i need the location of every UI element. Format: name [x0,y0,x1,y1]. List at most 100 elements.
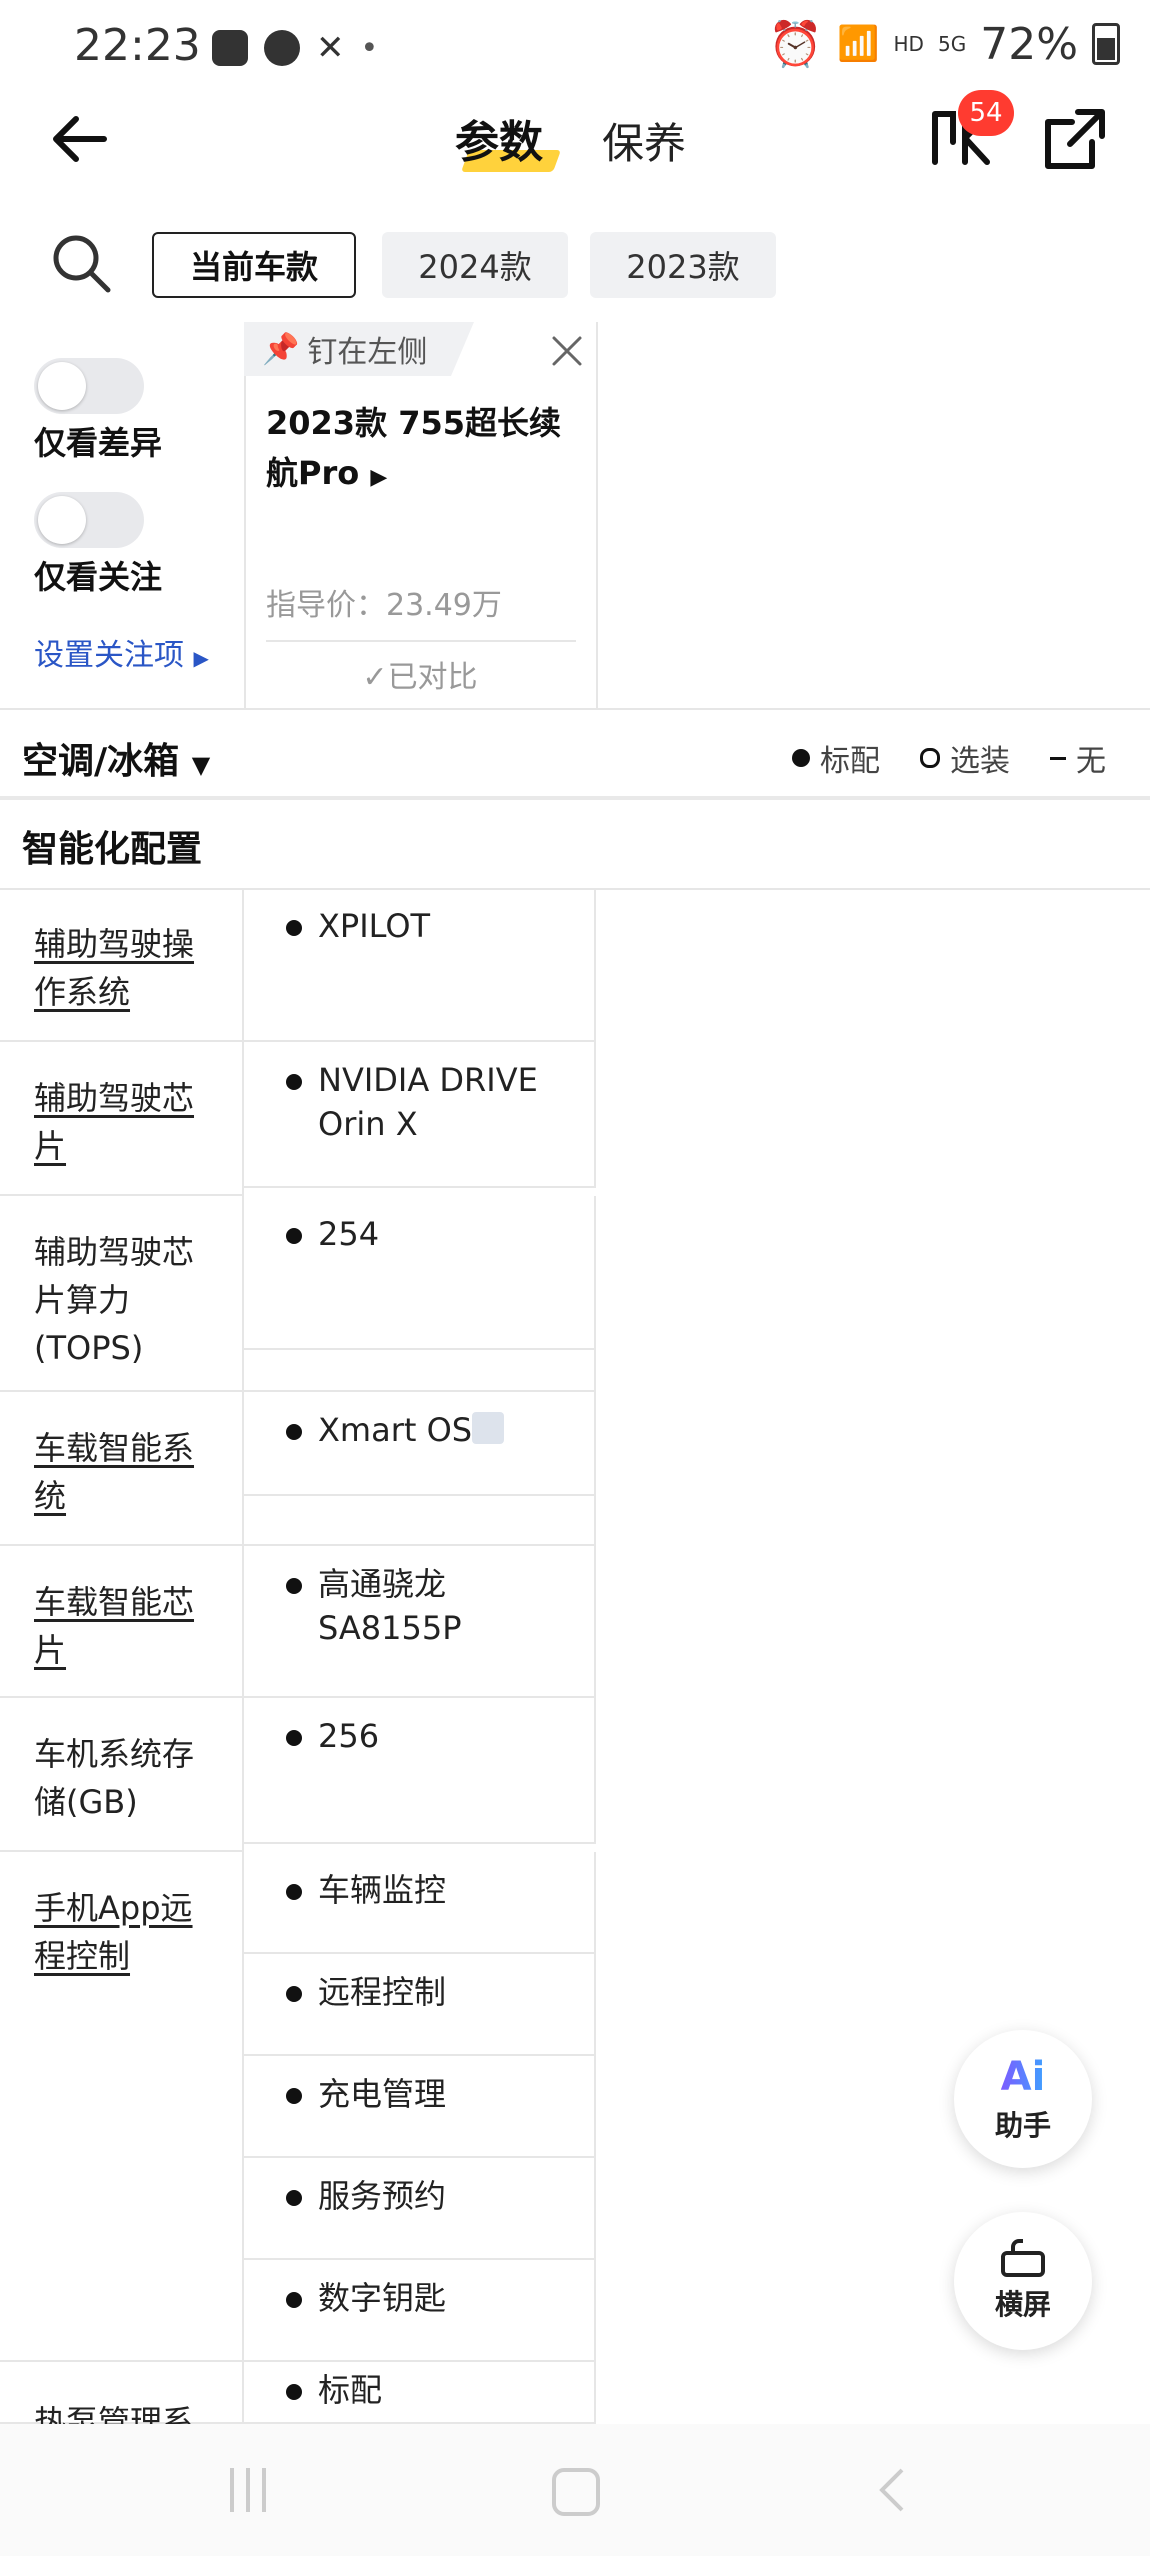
ai-assistant-button[interactable]: Ai 助手 [954,2030,1092,2168]
status-notification-icons: ✕ • [212,28,378,68]
spec-value-cell: NVIDIA DRIVE Orin X [244,1042,596,1188]
spec-value: 256 [318,1717,380,1755]
check-icon: ✓ [362,660,388,695]
spec-row-label[interactable]: 辅助驾驶操作系统 [34,920,214,1016]
spec-value: 服务预约 [318,2177,447,2215]
spec-row-label-cell: 车机系统存储(GB) [0,1698,244,1852]
spec-row-label: 辅助驾驶芯片算力(TOPS) [34,1233,195,1367]
status-right: ⏰ 📶 HD 5G 72% [768,18,1120,70]
spec-value: 标配 [318,2371,383,2409]
triangle-right-icon: ▶ [370,465,388,490]
spec-value-cell: 标配 [244,2362,596,2424]
wifi-icon: 📶 [837,24,880,64]
alarm-icon: ⏰ [768,19,824,70]
spec-value: 高通骁龙SA8155P [318,1565,462,1647]
spec-row-label-cell[interactable]: 车载智能芯片 [0,1546,244,1698]
ai-icon: Ai [1000,2054,1046,2100]
legend-none: 无 [1050,736,1106,780]
set-follow-link[interactable]: 设置关注项 ▶ [34,630,209,674]
xpeng-logo-icon: ✕ [316,28,345,68]
standard-dot-icon [286,1424,302,1440]
standard-dot-icon [286,2384,302,2400]
dash-icon [1050,756,1066,760]
status-time: 22:23 [74,20,201,71]
compare-count-badge: 54 [958,90,1014,136]
app-notification-icon [264,30,300,66]
legend-label: 标配 [820,744,880,779]
spec-value-cell: 高通骁龙SA8155P [244,1546,596,1698]
only-follow-toggle[interactable] [34,492,144,548]
standard-dot-icon [286,1884,302,1900]
spec-value-cell: 车辆监控 [244,1852,596,1954]
only-follow-label: 仅看关注 [34,558,163,596]
landscape-label: 横屏 [994,2288,1051,2321]
spec-row-label[interactable]: 辅助驾驶芯片 [34,1074,214,1170]
network-label: 5G [937,32,967,56]
gallery-icon [212,30,248,66]
group-title: 智能化配置 [22,829,203,870]
legend-optional: 选装 [920,736,1010,780]
spec-row-label: 车机系统存储(GB) [34,1735,195,1821]
spec-value: NVIDIA DRIVE Orin X [318,1061,538,1143]
hd-label: HD [893,32,924,56]
battery-percent: 72% [980,18,1078,70]
spec-row-label[interactable]: 手机App远程控制 [34,1884,214,1980]
triangle-right-icon: ▶ [193,646,209,670]
spec-value-cell: 254 [244,1196,596,1350]
legend-label: 无 [1076,744,1106,779]
spec-value: Xmart OS [318,1411,473,1449]
tab-maintenance[interactable]: 保养 [602,110,686,171]
compared-status: ✓已对比 [244,652,596,696]
chip-2024[interactable]: 2024款 [382,232,568,298]
set-follow-label: 设置关注项 [34,638,184,673]
empty-dot-icon [920,748,940,768]
standard-dot-icon [286,1228,302,1244]
spec-value: 车辆监控 [318,1871,447,1909]
ai-label: 助手 [994,2109,1051,2142]
divider [266,640,576,642]
spec-row-label[interactable]: 车载智能系统 [34,1424,214,1520]
spec-value: 254 [318,1215,380,1253]
group-header: 智能化配置 [0,796,1150,890]
pin-icon: 📌 [262,331,300,367]
spec-row-label[interactable]: 车载智能芯片 [34,1578,214,1674]
spec-value: 充电管理 [318,2075,447,2113]
pin-left-button[interactable]: 📌 钉在左侧 [244,322,474,376]
spec-row-label-cell[interactable]: 辅助驾驶操作系统 [0,888,244,1042]
search-icon[interactable] [50,232,112,294]
section-selector[interactable]: 空调/冰箱 ▼ [22,732,210,784]
car-card: 📌 钉在左侧 2023款 755超长续航Pro ▶ 指导价：23.49万 ✓已对… [244,322,598,708]
spec-row-label-cell: 辅助驾驶芯片算力(TOPS) [0,1196,244,1392]
filled-dot-icon [792,749,810,767]
chevron-down-icon: ▼ [191,751,211,779]
landscape-button[interactable]: 横屏 [954,2212,1092,2350]
standard-dot-icon [286,2190,302,2206]
close-icon[interactable] [550,334,584,368]
only-diff-toggle[interactable] [34,358,144,414]
home-icon[interactable] [552,2468,600,2516]
standard-dot-icon [286,2292,302,2308]
chip-2023[interactable]: 2023款 [590,232,776,298]
tab-params[interactable]: 参数 [455,106,543,170]
standard-dot-icon [286,920,302,936]
spec-value-cell: 充电管理 [244,2056,596,2158]
share-edit-icon[interactable] [1040,104,1110,174]
spec-row-label-cell[interactable]: 辅助驾驶芯片 [0,1042,244,1196]
back-nav-icon[interactable] [876,2468,906,2512]
spec-row-label-cell[interactable]: 手机App远程控制 [0,1852,244,2362]
section-title: 空调/冰箱 [22,741,180,782]
chip-current-model[interactable]: 当前车款 [152,232,356,298]
spec-row-label-cell[interactable]: 车载智能系统 [0,1392,244,1546]
rotate-screen-icon [1001,2239,1045,2277]
car-model-title[interactable]: 2023款 755超长续航Pro ▶ [266,398,586,503]
spec-value-cell: 256 [244,1698,596,1844]
magnifier-icon[interactable] [472,1412,504,1444]
recent-apps-icon[interactable] [230,2468,266,2512]
back-arrow-icon[interactable] [44,104,114,174]
battery-icon [1092,23,1120,65]
standard-dot-icon [286,2088,302,2104]
guide-price: 指导价：23.49万 [266,588,502,623]
only-diff-label: 仅看差异 [34,424,163,462]
spec-value: 数字钥匙 [318,2279,447,2317]
filter-controls: 仅看差异 仅看关注 设置关注项 ▶ [0,322,246,708]
